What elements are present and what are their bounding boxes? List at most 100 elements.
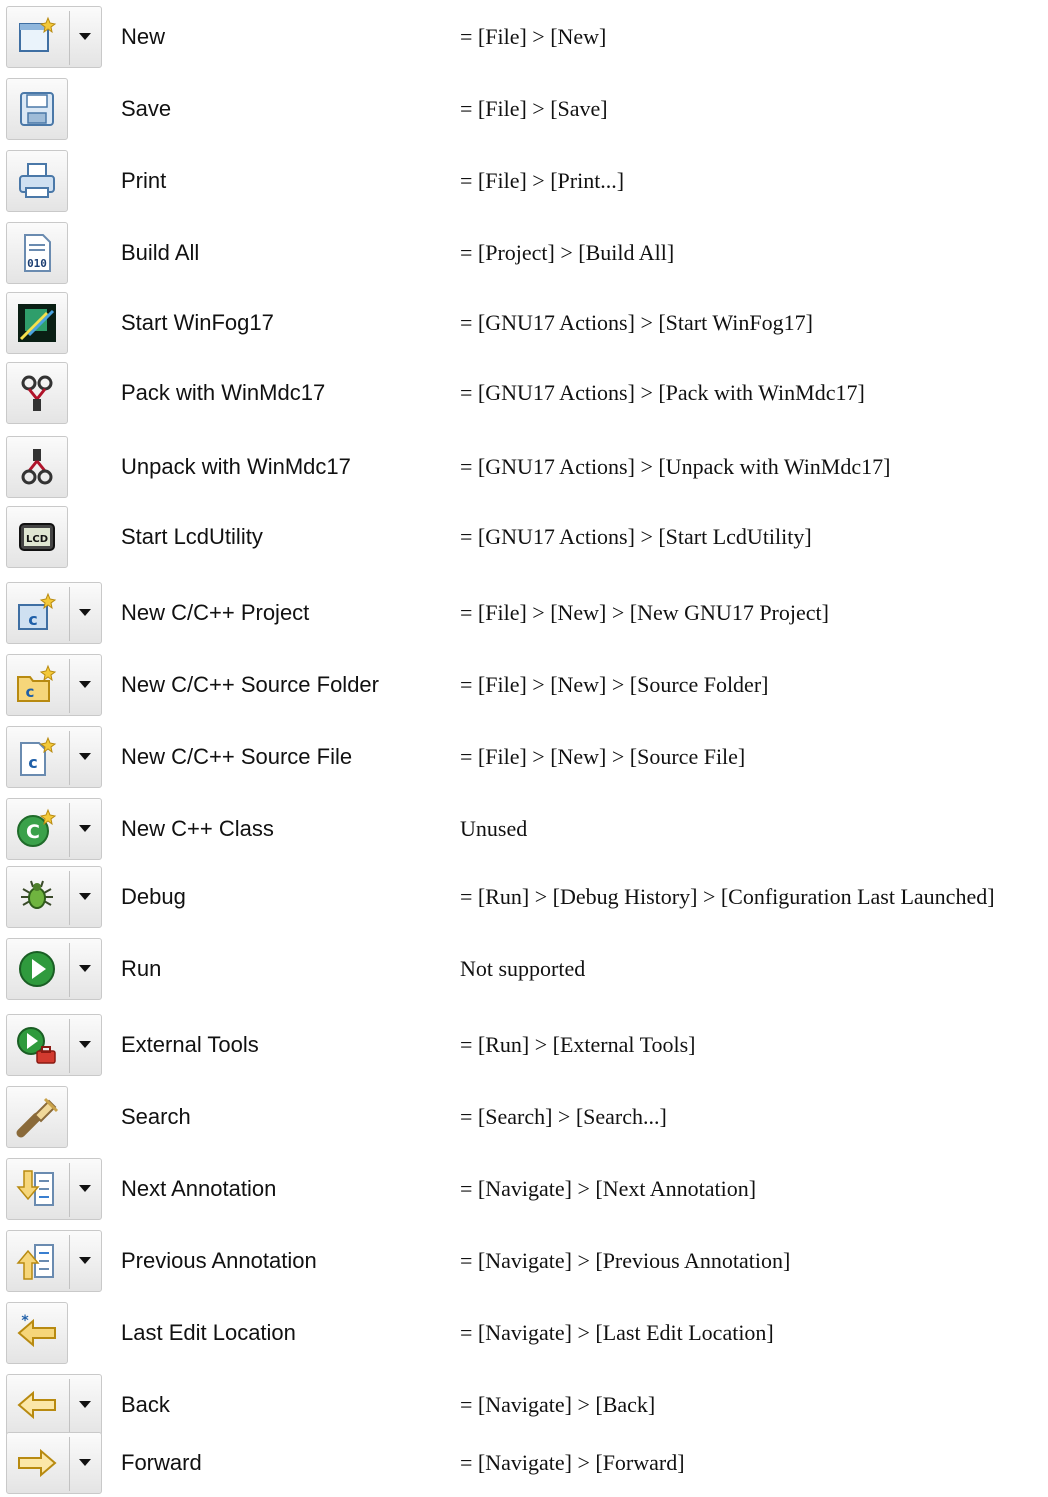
chevron-down-icon[interactable]	[79, 893, 91, 900]
menu-equivalent: = [Search] > [Search...]	[460, 1104, 667, 1129]
menu-equivalent: = [Navigate] > [Next Annotation]	[460, 1176, 757, 1201]
svg-text:LCD: LCD	[26, 534, 48, 545]
toolbar-button-name: Save	[121, 96, 172, 121]
toolbar-button-name: Run	[121, 956, 162, 981]
toolbar-button-name: Start LcdUtility	[121, 524, 263, 549]
new-c-project-icon: c	[18, 592, 57, 630]
table-row: * Last Edit Location = [Navigate] > [Las…	[0, 1302, 1048, 1366]
new-class-icon: C	[17, 808, 57, 847]
toolbar-button-name: Unpack with WinMdc17	[121, 454, 351, 479]
toolbar-button-name: New C/C++ Project	[121, 600, 310, 625]
toolbar-button-name: Start WinFog17	[121, 310, 274, 335]
pack-winmdc17-button[interactable]	[6, 362, 68, 424]
previous-annotation-button[interactable]	[6, 1230, 102, 1292]
chevron-down-icon[interactable]	[79, 1401, 91, 1408]
menu-equivalent: = [GNU17 Actions] > [Unpack with WinMdc1…	[460, 454, 891, 479]
chevron-down-icon[interactable]	[79, 965, 91, 972]
table-row: Next Annotation = [Navigate] > [Next Ann…	[0, 1158, 1048, 1222]
last-edit-location-icon: *	[17, 1313, 56, 1348]
table-row: c New C/C++ Source Folder = [File] > [Ne…	[0, 654, 1048, 718]
table-row: Debug = [Run] > [Debug History] > [Confi…	[0, 866, 1048, 930]
last-edit-location-button[interactable]: *	[6, 1302, 68, 1364]
new-source-folder-button[interactable]: c	[6, 654, 102, 716]
menu-equivalent: = [File] > [Print...]	[460, 168, 625, 193]
winfog-icon	[18, 304, 56, 342]
table-row: Start WinFog17 = [GNU17 Actions] > [Star…	[0, 292, 1048, 356]
toolbar-button-name: Last Edit Location	[121, 1320, 296, 1345]
toolbar-button-name: New	[121, 24, 166, 49]
table-row: Pack with WinMdc17 = [GNU17 Actions] > […	[0, 362, 1048, 426]
table-row: Forward = [Navigate] > [Forward]	[0, 1432, 1048, 1496]
new-source-file-icon: c	[20, 736, 57, 776]
save-button[interactable]	[6, 78, 68, 140]
table-row: Run Not supported	[0, 938, 1048, 1002]
previous-annotation-icon	[16, 1244, 54, 1280]
build-all-icon: 010	[24, 234, 51, 272]
chevron-down-icon[interactable]	[79, 1257, 91, 1264]
build-all-button[interactable]: 010	[6, 222, 68, 284]
search-flashlight-icon	[16, 1097, 59, 1138]
new-source-file-button[interactable]: c	[6, 726, 102, 788]
external-tools-button[interactable]	[6, 1014, 102, 1076]
chevron-down-icon[interactable]	[79, 609, 91, 616]
menu-equivalent: = [Project] > [Build All]	[460, 240, 675, 265]
svg-text:c: c	[28, 610, 37, 629]
menu-equivalent: = [GNU17 Actions] > [Pack with WinMdc17]	[460, 380, 865, 405]
new-c-project-button[interactable]: c	[6, 582, 102, 644]
toolbar-button-name: Forward	[121, 1450, 202, 1475]
search-button[interactable]	[6, 1086, 68, 1148]
svg-text:C: C	[26, 821, 40, 843]
menu-equivalent: = [File] > [New] > [New GNU17 Project]	[460, 600, 829, 625]
toolbar-button-name: Pack with WinMdc17	[121, 380, 326, 405]
table-row: c New C/C++ Project = [File] > [New] > […	[0, 582, 1048, 646]
menu-equivalent: = [File] > [New]	[460, 24, 607, 49]
toolbar-button-name: New C++ Class	[121, 816, 274, 841]
back-button[interactable]	[6, 1374, 102, 1436]
start-winfog17-button[interactable]	[6, 292, 68, 354]
chevron-down-icon[interactable]	[79, 753, 91, 760]
pack-icon	[21, 375, 53, 411]
chevron-down-icon[interactable]	[79, 825, 91, 832]
debug-bug-icon	[21, 880, 53, 909]
table-row: LCD Start LcdUtility = [GNU17 Actions] >…	[0, 506, 1048, 570]
menu-equivalent: = [Run] > [External Tools]	[460, 1032, 696, 1057]
menu-equivalent: = [Navigate] > [Last Edit Location]	[460, 1320, 774, 1345]
menu-equivalent: = [Run] > [Debug History] > [Configurati…	[460, 884, 995, 909]
unpack-icon	[21, 449, 53, 485]
next-annotation-icon	[16, 1170, 54, 1206]
new-button[interactable]	[6, 6, 102, 68]
menu-equivalent: = [GNU17 Actions] > [Start WinFog17]	[460, 310, 813, 335]
menu-equivalent: = [Navigate] > [Forward]	[460, 1450, 685, 1475]
chevron-down-icon[interactable]	[79, 1185, 91, 1192]
chevron-down-icon[interactable]	[79, 33, 91, 40]
table-row: Save = [File] > [Save]	[0, 78, 1048, 142]
forward-arrow-icon	[18, 1448, 57, 1478]
chevron-down-icon[interactable]	[79, 1459, 91, 1466]
menu-equivalent: = [Navigate] > [Previous Annotation]	[460, 1248, 791, 1273]
back-arrow-icon	[17, 1390, 56, 1420]
debug-button[interactable]	[6, 866, 102, 928]
table-row: c New C/C++ Source File = [File] > [New]…	[0, 726, 1048, 790]
svg-text:c: c	[26, 683, 35, 701]
table-row: Unpack with WinMdc17 = [GNU17 Actions] >…	[0, 436, 1048, 500]
menu-equivalent: Unused	[460, 816, 528, 841]
table-row: Search = [Search] > [Search...]	[0, 1086, 1048, 1150]
new-cpp-class-button[interactable]: C	[6, 798, 102, 860]
unpack-winmdc17-button[interactable]	[6, 436, 68, 498]
start-lcdutility-button[interactable]: LCD	[6, 506, 68, 568]
run-button[interactable]	[6, 938, 102, 1000]
forward-button[interactable]	[6, 1432, 102, 1494]
menu-equivalent: Not supported	[460, 956, 586, 981]
chevron-down-icon[interactable]	[79, 1041, 91, 1048]
toolbar-button-name: Search	[121, 1104, 191, 1129]
new-source-folder-icon: c	[17, 664, 57, 702]
print-button[interactable]	[6, 150, 68, 212]
table-row: Print = [File] > [Print...]	[0, 150, 1048, 214]
chevron-down-icon[interactable]	[79, 681, 91, 688]
next-annotation-button[interactable]	[6, 1158, 102, 1220]
save-icon	[20, 92, 54, 126]
table-row: New = [File] > [New]	[0, 6, 1048, 70]
menu-equivalent: = [File] > [New] > [Source Folder]	[460, 672, 769, 697]
print-icon	[19, 163, 55, 198]
table-row: Back = [Navigate] > [Back]	[0, 1374, 1048, 1438]
